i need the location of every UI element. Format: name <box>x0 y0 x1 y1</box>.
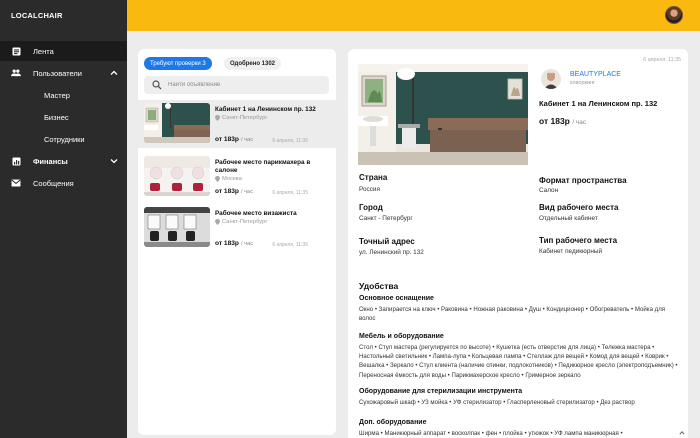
amenity-group-title: Мебель и оборудование <box>359 333 444 340</box>
field-value-workplace-kind: Отдельный кабинет <box>539 215 598 222</box>
chevron-up-icon[interactable] <box>110 69 118 77</box>
amenity-group-text: Сухожаровый шкаф • УЗ мойка • УФ стерили… <box>359 399 635 406</box>
price-unit: / час <box>240 137 254 143</box>
listing-location: Санкт-Петербург <box>215 219 267 225</box>
sidebar-item-label: Финансы <box>33 156 68 166</box>
search-input[interactable] <box>168 79 318 91</box>
listing-location: Москва <box>215 176 242 182</box>
listing-city: Санкт-Петербург <box>222 115 268 121</box>
listing-price-value: от 183р <box>215 136 239 143</box>
listing-thumbnail <box>144 103 210 143</box>
amenity-group-text: Стол • Стул мастера (регулируется по выс… <box>359 344 678 379</box>
detail-price-value: от 183р <box>539 116 570 126</box>
listing-date: 6 апреля, 11:35 <box>272 138 308 144</box>
detail-price: от 183р / час <box>539 116 586 126</box>
listing-price-value: от 183р <box>215 188 239 195</box>
listing-city: Москва <box>222 176 242 182</box>
amenity-group-text: Окно • Запирается на ключ • Раковина • Н… <box>359 306 666 323</box>
owner-name[interactable]: BEAUTYPLACE <box>570 71 621 78</box>
chevron-down-icon[interactable] <box>110 157 118 165</box>
sidebar-item-users[interactable]: Пользователи <box>0 63 127 83</box>
listing-date: 6 апреля, 11:35 <box>272 190 308 196</box>
sidebar-subitem-master[interactable]: Мастер <box>44 91 70 100</box>
amenity-group-title: Оборудование для стерилизации инструмент… <box>359 388 523 395</box>
amenity-group-title: Доп. оборудование <box>359 419 427 426</box>
finance-icon <box>11 156 21 166</box>
detail-photo[interactable] <box>358 64 528 165</box>
sidebar: LOCALCHAIR Лента Пользователи Мастер Биз… <box>0 0 127 438</box>
sidebar-item-messages[interactable]: Сообщения <box>0 173 127 193</box>
detail-title: Кабинет 1 на Ленинском пр. 132 <box>539 99 658 108</box>
listing-panel: Требуют проверки 3 Одобрено 1302 Кабинет… <box>138 49 336 435</box>
price-unit: / час <box>240 241 254 247</box>
listing-title: Рабочее место парикмахера в салоне <box>215 159 311 174</box>
sidebar-item-label: Сообщения <box>33 178 74 188</box>
feed-icon <box>11 46 21 56</box>
field-label-city: Город <box>359 203 383 212</box>
sidebar-item-feed[interactable]: Лента <box>0 41 127 61</box>
listing-card[interactable]: Рабочее место визажиста Санкт-Петербург … <box>138 204 336 252</box>
listing-city: Санкт-Петербург <box>222 219 268 225</box>
owner-avatar[interactable] <box>541 69 561 89</box>
listing-location: Санкт-Петербург <box>215 115 267 121</box>
sidebar-subitem-staff[interactable]: Сотрудники <box>44 135 85 144</box>
owner-role: коворкинг <box>570 80 596 86</box>
location-pin-icon <box>215 219 220 225</box>
listing-card[interactable]: Кабинет 1 на Ленинском пр. 132 Санкт-Пет… <box>138 100 336 148</box>
listing-title: Кабинет 1 на Ленинском пр. 132 <box>215 106 316 113</box>
sidebar-item-label: Лента <box>33 46 54 56</box>
field-label-workplace-kind: Вид рабочего места <box>539 203 619 212</box>
field-value-city: Санкт - Петербург <box>359 215 413 222</box>
field-value-space-format: Салон <box>539 187 559 194</box>
location-pin-icon <box>215 176 220 182</box>
field-label-space-format: Формат пространства <box>539 176 627 185</box>
top-bar <box>127 0 700 31</box>
detail-panel: 6 апреля, 11:35 BEAUTYPLACE коворкинг Ка… <box>348 49 688 438</box>
listing-price-value: от 183р <box>215 240 239 247</box>
user-avatar[interactable] <box>665 6 683 24</box>
field-value-address: ул. Ленинский пр. 132 <box>359 249 424 256</box>
listing-price: от 183р / час <box>215 136 253 143</box>
users-icon <box>11 68 21 78</box>
amenity-group-text: Ширма • Маникюрный аппарат • восколпак •… <box>359 430 623 437</box>
field-label-workplace-type: Тип рабочего места <box>539 236 618 245</box>
sidebar-item-label: Пользователи <box>33 68 82 78</box>
listing-price: от 183р / час <box>215 240 253 247</box>
listing-title: Рабочее место визажиста <box>215 210 297 217</box>
field-value-country: Россия <box>359 186 380 193</box>
listing-date: 6 апреля, 11:35 <box>272 242 308 248</box>
location-pin-icon <box>215 115 220 121</box>
listing-price: от 183р / час <box>215 188 253 195</box>
sidebar-item-finance[interactable]: Финансы <box>0 151 127 171</box>
sidebar-subitem-business[interactable]: Бизнес <box>44 113 69 122</box>
search-box <box>144 76 329 94</box>
tab-approved[interactable]: Одобрено 1302 <box>224 57 282 70</box>
scroll-up-icon[interactable] <box>679 430 685 436</box>
tab-needs-review[interactable]: Требуют проверки 3 <box>144 57 212 70</box>
search-icon <box>152 80 162 90</box>
field-label-address: Точный адрес <box>359 237 415 246</box>
detail-date: 6 апреля, 11:35 <box>643 57 681 63</box>
listing-thumbnail <box>144 156 210 196</box>
price-unit: / час <box>572 119 587 126</box>
amenities-heading: Удобства <box>359 281 399 291</box>
app-logo[interactable]: LOCALCHAIR <box>11 11 63 20</box>
field-label-country: Страна <box>359 173 388 182</box>
mail-icon <box>11 178 21 188</box>
listing-thumbnail <box>144 207 210 247</box>
amenity-group-title: Основное оснащение <box>359 295 434 302</box>
price-unit: / час <box>240 189 254 195</box>
listing-card[interactable]: Рабочее место парикмахера в салоне Москв… <box>138 153 336 201</box>
field-value-workplace-type: Кабинет педикюрный <box>539 248 603 255</box>
